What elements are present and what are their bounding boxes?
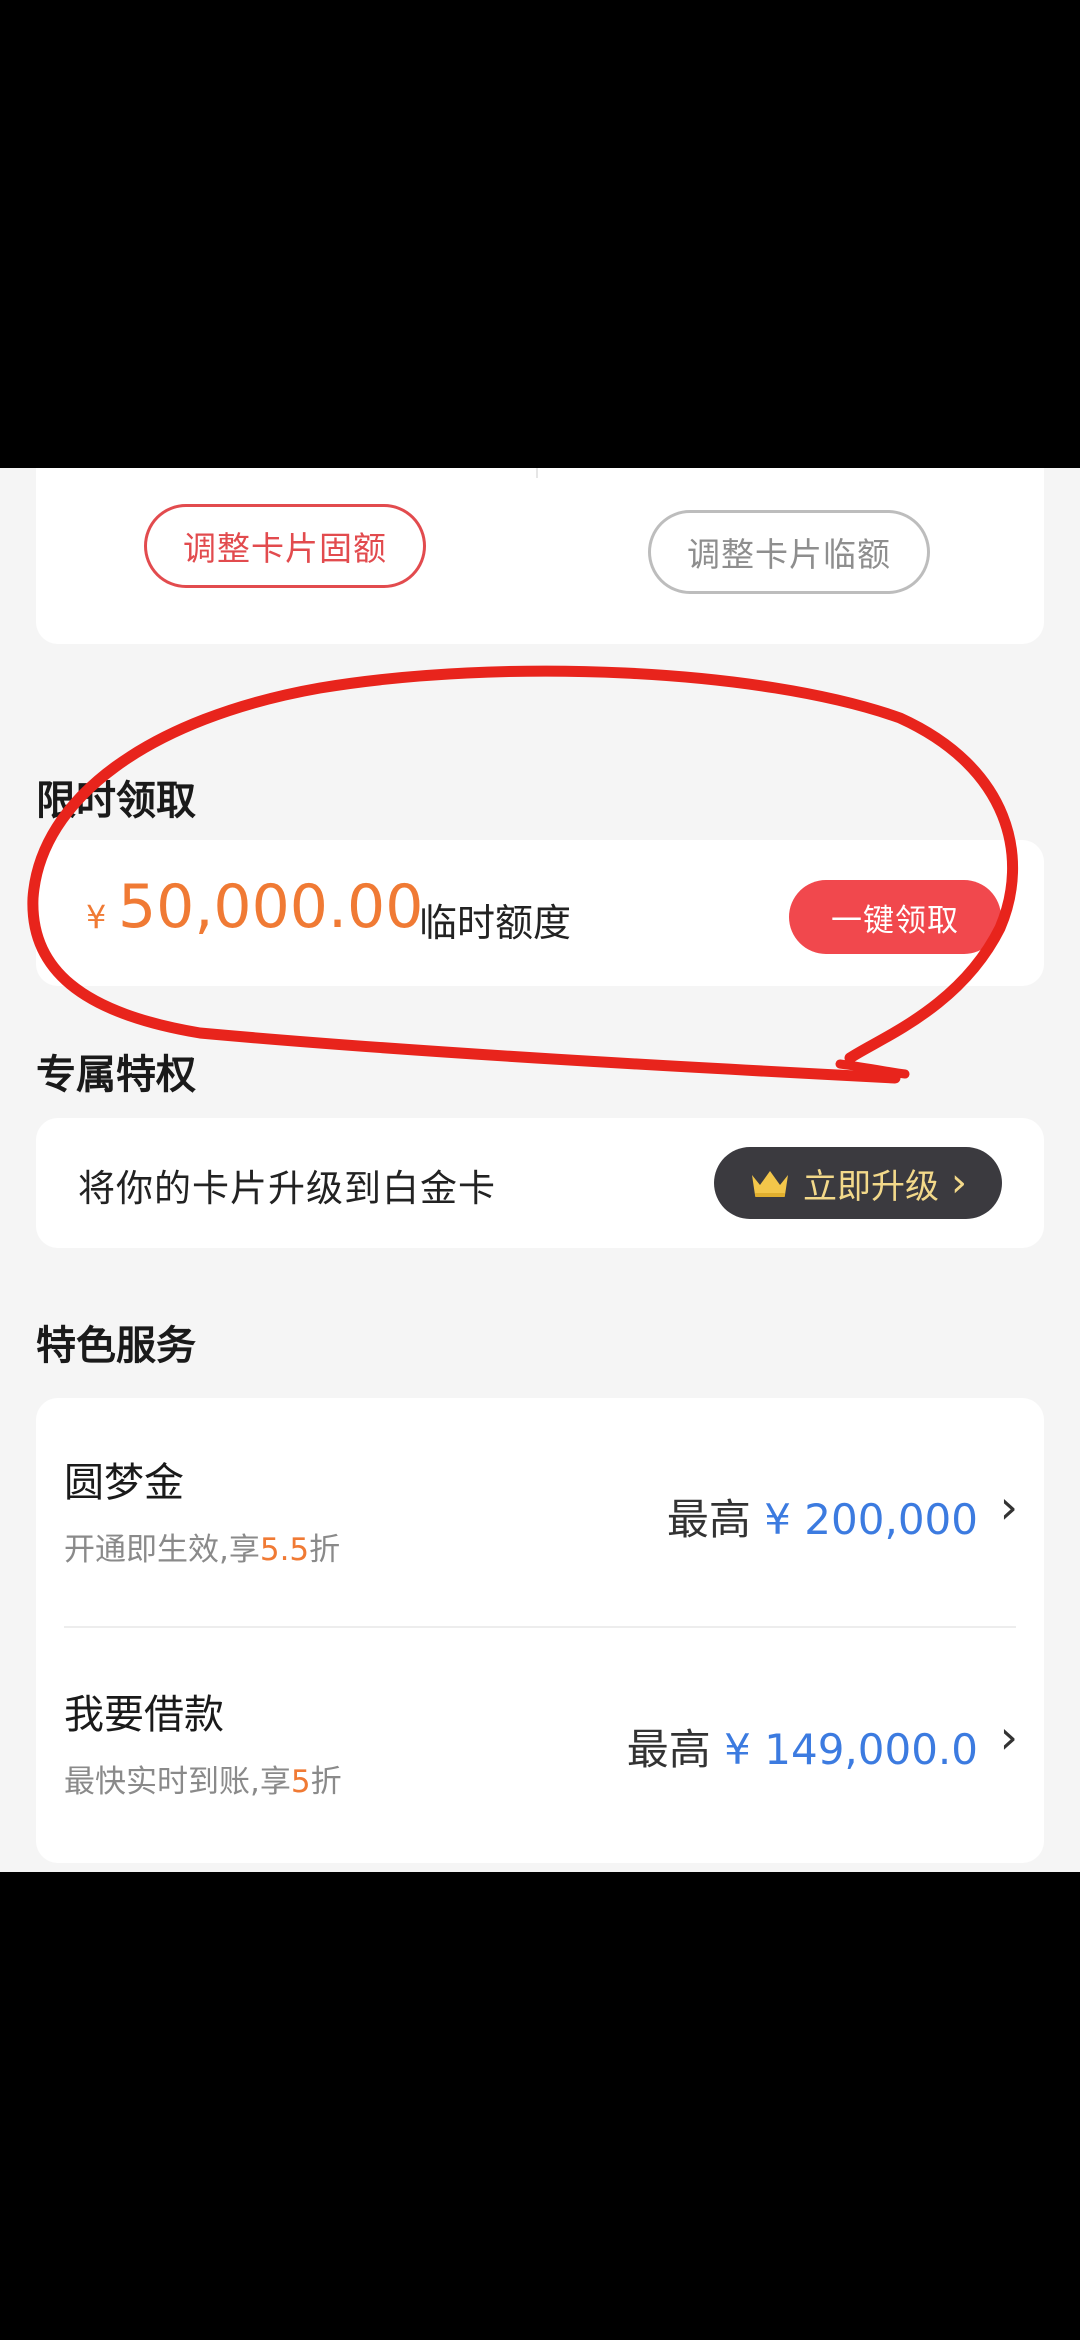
temp-limit-amount: 50,000.00 [118,872,424,942]
service-subtitle: 最快实时到账,享5折 [64,1764,342,1800]
adjust-fixed-limit-button[interactable]: 调整卡片固额 [144,504,426,588]
one-click-claim-button[interactable]: 一键领取 [789,880,1001,954]
limited-offer-card: ¥ 50,000.00 临时额度 一键领取 [36,840,1044,986]
chevron-right-icon: › [999,1480,1018,1534]
service-item-dream-fund[interactable]: 圆梦金 开通即生效,享5.5折 最高 ¥ 200,000 › [36,1398,1044,1628]
service-name: 我要借款 [64,1692,224,1738]
temp-limit-label: 临时额度 [419,901,572,945]
upgrade-button-label: 立即升级 [803,1166,939,1207]
services-title: 特色服务 [36,1323,196,1369]
privilege-title: 专属特权 [36,1052,196,1098]
chevron-right-icon: › [951,1160,967,1206]
adjust-temp-limit-button[interactable]: 调整卡片临额 [648,510,930,594]
service-item-loan[interactable]: 我要借款 最快实时到账,享5折 最高 ¥ 149,000.0 › [36,1630,1044,1860]
limited-offer-title: 限时领取 [36,778,196,824]
chevron-right-icon: › [999,1710,1018,1764]
service-max-amount: 最高 ¥ 200,000 [666,1495,978,1544]
privilege-card: 将你的卡片升级到白金卡 立即升级 › [36,1118,1044,1248]
app-screen: 调整卡片固额 调整卡片临额 限时领取 ¥ 50,000.00 临时额度 一键领取… [0,468,1080,1872]
upgrade-description: 将你的卡片升级到白金卡 [78,1167,496,1210]
service-max-amount: 最高 ¥ 149,000.0 [626,1725,978,1774]
divider [64,1626,1016,1628]
divider [536,468,538,478]
currency-symbol: ¥ [86,898,107,936]
upgrade-now-button[interactable]: 立即升级 › [714,1147,1002,1219]
service-name: 圆梦金 [64,1460,184,1506]
services-card: 圆梦金 开通即生效,享5.5折 最高 ¥ 200,000 › 我要借款 最快实时… [36,1398,1044,1863]
crown-icon [752,1171,788,1197]
service-subtitle: 开通即生效,享5.5折 [64,1532,341,1568]
limit-adjust-card: 调整卡片固额 调整卡片临额 [36,468,1044,644]
